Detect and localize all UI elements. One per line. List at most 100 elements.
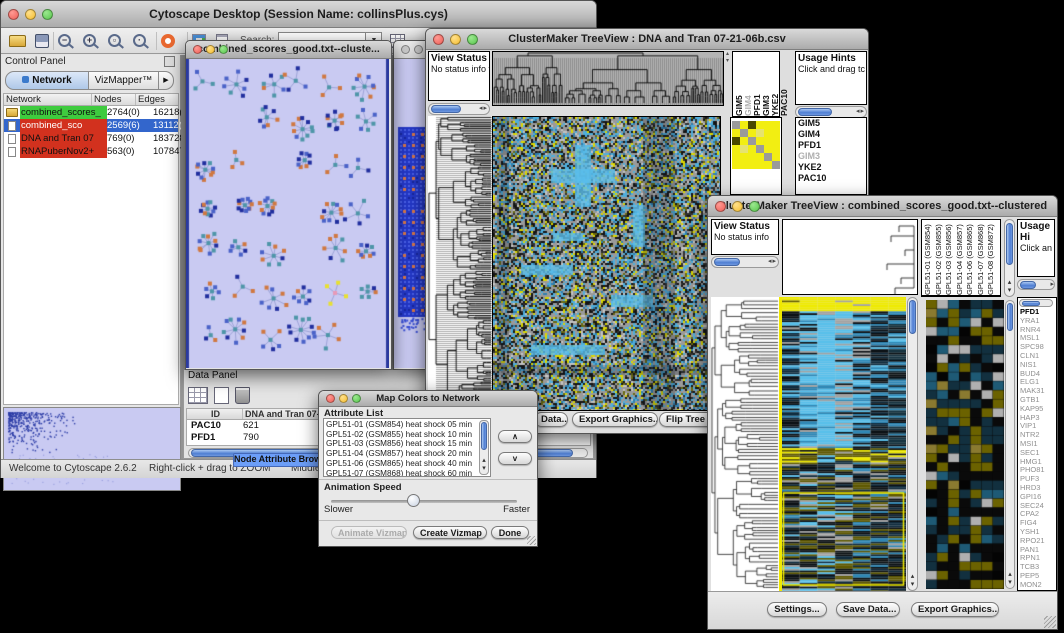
animation-slider-track[interactable] <box>331 500 517 503</box>
heatmap[interactable] <box>492 116 721 411</box>
scroll-down-icon[interactable]: ▾ <box>480 465 488 473</box>
gene-list-hscrollbar[interactable] <box>1019 299 1053 307</box>
save-data-button[interactable]: Save Data... <box>836 602 900 617</box>
usage-hints-scrollbar[interactable]: ▸ <box>1017 279 1055 290</box>
splitter-arrows[interactable]: ▴▾ <box>724 51 731 104</box>
network-canvas[interactable] <box>186 59 389 368</box>
network-row[interactable]: combined_scores_2764(0)16218(0) <box>4 106 178 119</box>
scroll-right-icon[interactable]: ▸ <box>772 258 776 266</box>
zoom-selected-icon[interactable]: ▫ <box>108 34 121 47</box>
attribute-list-vscrollbar[interactable]: ▴ ▾ <box>479 420 489 475</box>
create-vizmap-button[interactable]: Create Vizmap <box>413 526 487 539</box>
close-button[interactable] <box>326 394 335 403</box>
tab-vizmapper[interactable]: VizMapper™ <box>89 71 159 90</box>
detail-vscrollbar[interactable]: ▴ ▾ <box>1005 300 1015 589</box>
header-edges[interactable]: Edges <box>136 94 178 105</box>
resize-grip[interactable] <box>527 536 536 545</box>
close-button[interactable] <box>193 45 202 54</box>
network-row[interactable]: DNA and Tran 07769(0)183728(0) <box>4 132 178 145</box>
tab-network[interactable]: Network <box>5 71 89 90</box>
float-panel-icon[interactable] <box>164 56 175 67</box>
scroll-right-icon[interactable]: ▸ <box>1050 281 1054 289</box>
animation-slider-thumb[interactable] <box>407 494 420 507</box>
zoom-in-icon[interactable]: + <box>83 34 96 47</box>
scroll-right-icon[interactable]: ▸ <box>860 108 864 116</box>
open-file-icon[interactable] <box>9 35 26 47</box>
detail-heatmap[interactable] <box>926 300 1004 589</box>
move-up-button[interactable]: ∧ <box>498 430 532 443</box>
zoom-fit-icon[interactable]: · <box>133 34 146 47</box>
done-button[interactable]: Done <box>491 526 529 539</box>
scroll-down-icon[interactable]: ▾ <box>1005 287 1014 295</box>
row-dendrogram[interactable] <box>711 297 779 591</box>
scroll-left-icon[interactable]: ◂ <box>479 105 483 113</box>
header-nodes[interactable]: Nodes <box>92 94 136 105</box>
view-status-scrollbar[interactable]: ◂▸ <box>428 103 490 115</box>
scroll-up-icon[interactable]: ▴ <box>1005 279 1014 287</box>
attribute-list[interactable]: GPL51-01 (GSM854) heat shock 05 minGPL51… <box>323 418 491 477</box>
scroll-left-icon[interactable]: ◂ <box>856 108 860 116</box>
treeview2-titlebar[interactable]: ClusterMaker TreeView : combined_scores_… <box>708 196 1057 217</box>
minimize-button[interactable] <box>339 394 348 403</box>
column-labels-vscrollbar[interactable]: ▴ ▾ <box>1004 219 1015 297</box>
header-id[interactable]: ID <box>187 409 243 419</box>
network-row[interactable]: RNAPuberNov2+563(0)107847(0) <box>4 145 178 158</box>
network-row[interactable]: combined_sco2569(6)13112(15) <box>4 119 178 132</box>
dialog-titlebar[interactable]: Map Colors to Network <box>319 391 537 407</box>
gene-list[interactable]: PFD1YRA1RNR4MSL1SPC98CLN1NIS1BUD4ELG1MAK… <box>1018 308 1045 590</box>
attribute-item[interactable]: GPL51-04 (GSM857) heat shock 20 min <box>326 449 490 459</box>
attribute-item[interactable]: GPL51-03 (GSM856) heat shock 15 min <box>326 439 490 449</box>
node-attribute-browser-tab[interactable]: Node Attribute Brows <box>233 453 323 467</box>
selection-matrix[interactable] <box>732 121 780 169</box>
minimize-button[interactable] <box>450 34 461 45</box>
zoom-button[interactable] <box>352 394 361 403</box>
attribute-item[interactable]: GPL51-06 (GSM865) heat shock 40 min <box>326 459 490 469</box>
attribute-item[interactable]: GPL51-07 (GSM868) heat shock 60 min <box>326 469 490 477</box>
minimize-button[interactable] <box>732 201 743 212</box>
view-status-scrollbar[interactable]: ◂▸ <box>711 256 779 268</box>
scroll-down-icon[interactable]: ▾ <box>1006 579 1014 587</box>
scroll-down-icon[interactable]: ▾ <box>908 581 917 589</box>
treeview1-titlebar[interactable]: ClusterMaker TreeView : DNA and Tran 07-… <box>426 29 868 50</box>
scroll-left-icon[interactable]: ◂ <box>768 258 772 266</box>
minimize-button[interactable] <box>206 45 215 54</box>
resize-grip[interactable] <box>1044 616 1056 628</box>
scroll-right-icon[interactable]: ▸ <box>483 105 487 113</box>
network-overview[interactable] <box>3 407 181 491</box>
minimize-button[interactable] <box>414 45 423 54</box>
settings-button[interactable]: Settings... <box>767 602 827 617</box>
zoom-button[interactable] <box>467 34 478 45</box>
zoom-out-icon[interactable]: − <box>58 34 71 47</box>
close-button[interactable] <box>433 34 444 45</box>
minimize-button[interactable] <box>25 9 36 20</box>
help-ring-icon[interactable] <box>161 34 175 48</box>
zoom-button[interactable] <box>42 9 53 20</box>
header-network[interactable]: Network <box>4 94 92 105</box>
save-icon[interactable] <box>35 34 49 48</box>
attribute-item[interactable]: GPL51-01 (GSM854) heat shock 05 min <box>326 420 490 430</box>
new-attribute-icon[interactable] <box>214 387 229 404</box>
close-button[interactable] <box>8 9 19 20</box>
move-down-button[interactable]: v <box>498 452 532 465</box>
cytoscape-titlebar[interactable]: Cytoscape Desktop (Session Name: collins… <box>1 1 596 28</box>
scroll-up-icon[interactable]: ▴ <box>1006 571 1014 579</box>
save-data-button[interactable]: Data... <box>534 412 568 427</box>
delete-attribute-icon[interactable] <box>235 387 250 404</box>
export-graphics-button[interactable]: Export Graphics... <box>572 412 658 427</box>
select-attributes-icon[interactable] <box>188 387 208 404</box>
animate-vizmap-button[interactable]: Animate Vizmap <box>331 526 407 539</box>
zoom-button[interactable] <box>219 45 228 54</box>
heatmap-vscrollbar[interactable]: ▴ ▾ <box>907 297 918 591</box>
close-button[interactable] <box>715 201 726 212</box>
scroll-up-icon[interactable]: ▴ <box>908 573 917 581</box>
column-dendrogram[interactable] <box>492 51 724 106</box>
heatmap[interactable] <box>782 297 906 591</box>
row-dendrogram[interactable] <box>428 116 492 409</box>
attribute-item[interactable]: GPL51-02 (GSM855) heat shock 10 min <box>326 430 490 440</box>
scroll-up-icon[interactable]: ▴ <box>480 457 488 465</box>
zoom-button[interactable] <box>749 201 760 212</box>
network-view-titlebar[interactable]: combined_scores_good.txt--cluste... <box>186 41 391 59</box>
close-button[interactable] <box>401 45 410 54</box>
export-graphics-button[interactable]: Export Graphics... <box>911 602 999 617</box>
more-tabs-button[interactable]: ▶ <box>159 71 174 90</box>
